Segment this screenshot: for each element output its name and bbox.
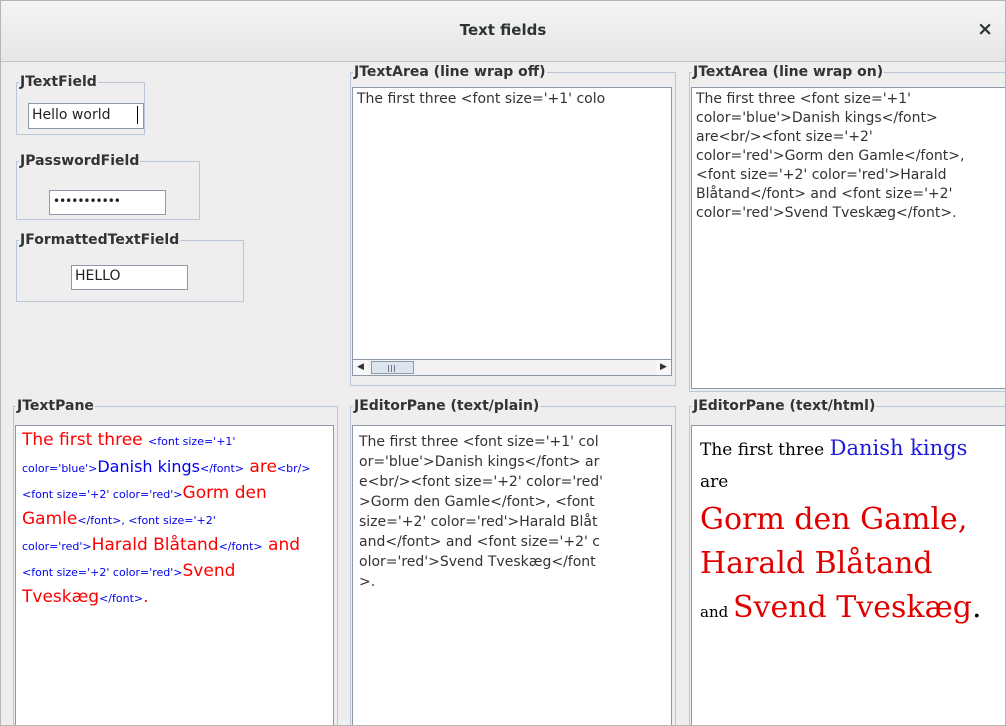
pane-plain-text: and <box>262 535 301 555</box>
horizontal-scrollbar[interactable]: ◀ ▶ <box>352 359 672 376</box>
close-icon[interactable]: × <box>977 18 993 40</box>
plain-line: or='blue'>Danish kings</font> ar <box>359 454 600 470</box>
plain-line: size='+2' color='red'>Harald Blåt <box>359 514 598 530</box>
scroll-left-icon[interactable]: ◀ <box>353 360 368 375</box>
html-plain-text: and <box>700 603 733 621</box>
plain-line: and</font> and <font size='+2' c <box>359 534 601 550</box>
pane-tag-text: </font> <box>99 592 144 605</box>
jpasswordfield-input[interactable]: ••••••••••• <box>49 190 166 215</box>
textarea-wrap-text: The first three <font size='+1' color='b… <box>696 91 969 221</box>
pane-plain-text: The first three <box>22 430 149 450</box>
grip-mark <box>391 365 392 372</box>
jtextfield-input[interactable]: Hello world <box>28 103 144 129</box>
window-title: Text fields <box>459 21 547 39</box>
jpasswordfield-title: JPasswordField <box>20 153 140 169</box>
pane-plain-text: . <box>143 587 149 607</box>
html-line-2: Gorm den Gamle, <box>700 498 1000 542</box>
html-plain-text: are <box>700 472 729 492</box>
editor-plain-title: JEditorPane (text/plain) <box>354 398 540 414</box>
textarea-nowrap[interactable]: The first three <font size='+1' colo <box>352 87 672 359</box>
html-red-text: Svend Tveskæg <box>732 590 972 625</box>
html-line-3: Harald Blåtand <box>700 542 1000 586</box>
html-line-1: The first three Danish kings are <box>700 432 1000 498</box>
html-red-text: Gorm den Gamle <box>700 502 958 537</box>
html-red-text: Harald Blåtand <box>700 546 933 581</box>
content-panel: JTextField Hello world JPasswordField ••… <box>1 62 1005 725</box>
jtextfield-title: JTextField <box>20 74 97 90</box>
scroll-right-icon[interactable]: ▶ <box>656 360 671 375</box>
scrollbar-thumb[interactable] <box>371 361 414 374</box>
title-bar: Text fields × <box>1 1 1005 62</box>
pane-blue-text: Danish kings <box>97 457 200 476</box>
textarea-nowrap-text: The first three <font size='+1' colo <box>357 91 606 107</box>
textarea-wrap[interactable]: The first three <font size='+1' color='b… <box>691 87 1005 389</box>
pane-tag-text: </font> <box>199 462 245 475</box>
html-intro-text: The first three <box>700 440 830 460</box>
textarea-nowrap-title: JTextArea (line wrap off) <box>354 64 546 80</box>
textarea-wrap-title: JTextArea (line wrap on) <box>693 64 884 80</box>
text-fields-window: Text fields × JTextField Hello world JPa… <box>0 0 1006 726</box>
jtextpane[interactable]: The first three <font size='+1' color='b… <box>15 425 334 725</box>
plain-line: The first three <font size='+1' col <box>359 434 599 450</box>
pane-tag-text: <font size='+2' color='red'> <box>22 566 183 579</box>
text-caret <box>137 106 138 124</box>
editor-html-title: JEditorPane (text/html) <box>693 398 876 414</box>
editor-plain[interactable]: The first three <font size='+1' col or='… <box>352 425 672 725</box>
jformattedtextfield-title: JFormattedTextField <box>20 232 180 248</box>
grip-mark <box>388 365 389 372</box>
plain-line: e<br/><font size='+2' color='red' <box>359 474 603 490</box>
jtextpane-title: JTextPane <box>17 398 94 414</box>
html-period: . <box>972 590 982 625</box>
pane-tag-text: </font> <box>218 540 263 553</box>
editor-html[interactable]: The first three Danish kings are Gorm de… <box>691 425 1005 725</box>
plain-line: olor='red'>Svend Tveskæg</font <box>359 554 596 570</box>
html-blue-text: Danish kings <box>829 436 968 460</box>
grip-mark <box>394 365 395 372</box>
plain-line: >Gorm den Gamle</font>, <font <box>359 494 595 510</box>
plain-line: >. <box>359 574 376 590</box>
pane-red-text: Harald Blåtand <box>91 535 219 555</box>
html-line-4: and Svend Tveskæg. <box>700 586 1000 634</box>
pane-plain-text: are <box>244 457 277 477</box>
html-red-comma: , <box>957 502 968 537</box>
jformattedtextfield-input[interactable]: HELLO <box>71 265 188 290</box>
